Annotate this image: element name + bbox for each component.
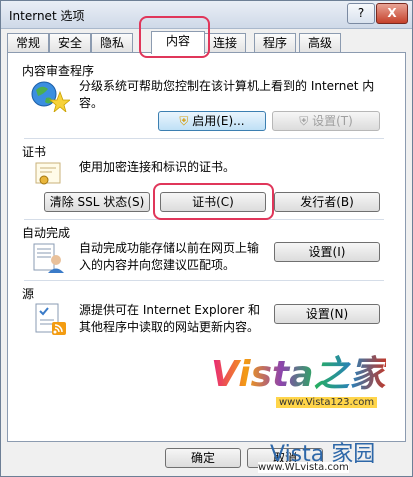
shield-icon: ⛨ bbox=[299, 114, 309, 128]
content-advisor-settings-button[interactable]: ⛨ 设置(T) bbox=[272, 111, 380, 131]
autocomplete-user-icon bbox=[33, 243, 64, 273]
tab-advanced[interactable]: 高级 bbox=[299, 33, 341, 52]
certificates-button-highlight bbox=[153, 183, 274, 220]
feeds-settings-button[interactable]: 设置(N) bbox=[274, 304, 380, 324]
tab-content[interactable]: 内容 bbox=[151, 31, 205, 54]
feeds-description: 源提供可在 Internet Explorer 和其他程序中读取的网站更新内容。 bbox=[79, 303, 261, 334]
clear-ssl-state-button[interactable]: 清除 SSL 状态(S) bbox=[44, 192, 150, 212]
tab-privacy[interactable]: 隐私 bbox=[91, 33, 133, 52]
vista123-url-watermark: www.Vista123.com bbox=[276, 397, 378, 408]
tab-security[interactable]: 安全 bbox=[49, 33, 91, 52]
globe-star-icon bbox=[31, 81, 70, 112]
ok-button[interactable]: 确定 bbox=[165, 448, 241, 468]
content-advisor-description: 分级系统可帮助您控制在该计算机上看到的 Internet 内容。 bbox=[79, 79, 375, 110]
wlvista-url-watermark: www.WLvista.com bbox=[258, 462, 349, 473]
section-divider bbox=[24, 138, 384, 139]
shield-icon: ⛨ bbox=[179, 114, 189, 128]
content-advisor-title: 内容审查程序 bbox=[22, 64, 95, 78]
vista-home-watermark: Vista之家 bbox=[211, 354, 386, 395]
tab-connections[interactable]: 连接 bbox=[204, 33, 246, 52]
window-title: Internet 选项 bbox=[9, 9, 85, 23]
autocomplete-settings-button[interactable]: 设置(I) bbox=[274, 242, 380, 262]
feeds-title: 源 bbox=[22, 287, 35, 301]
feeds-icon bbox=[35, 303, 66, 335]
certificate-icon bbox=[35, 162, 61, 185]
publishers-button[interactable]: 发行者(B) bbox=[274, 192, 380, 212]
enable-content-advisor-button[interactable]: ⛨ 启用(E)... bbox=[158, 111, 266, 131]
section-divider bbox=[24, 280, 384, 281]
certificates-description: 使用加密连接和标识的证书。 bbox=[79, 160, 236, 174]
autocomplete-title: 自动完成 bbox=[22, 226, 71, 240]
autocomplete-description: 自动完成功能存储以前在网页上输入的内容并向您建议匹配项。 bbox=[79, 241, 260, 272]
close-button[interactable]: X bbox=[376, 3, 408, 24]
help-button[interactable]: ? bbox=[347, 3, 375, 24]
tab-general[interactable]: 常规 bbox=[7, 33, 49, 52]
tab-programs[interactable]: 程序 bbox=[254, 33, 296, 52]
certificates-title: 证书 bbox=[22, 145, 47, 159]
